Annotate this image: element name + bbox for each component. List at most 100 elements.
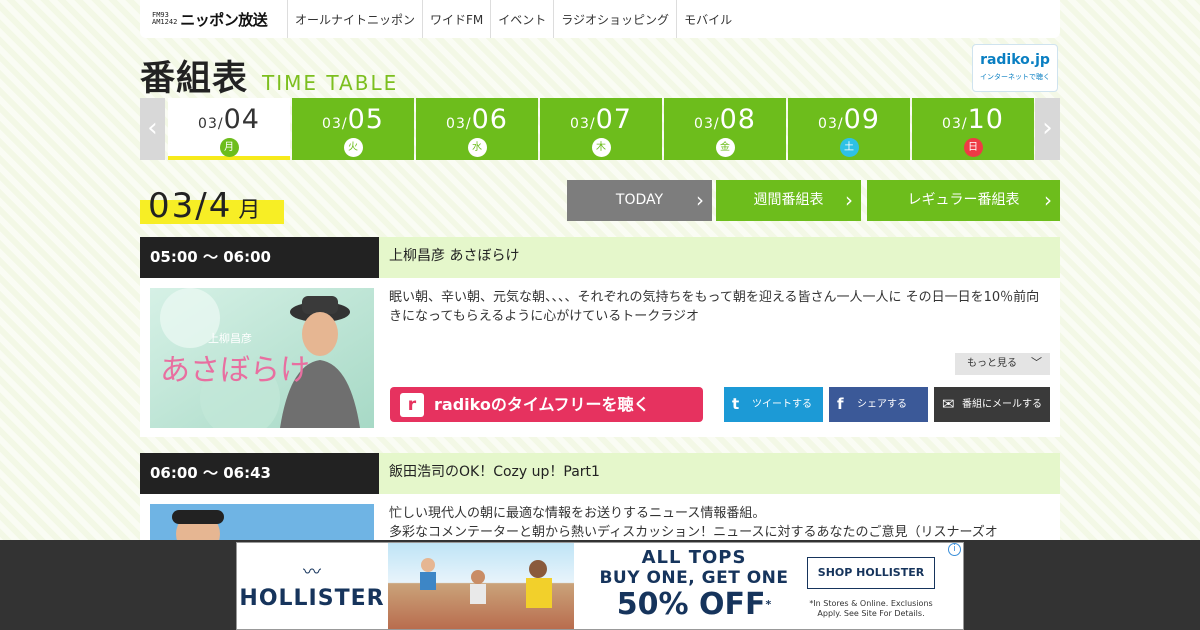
date-tab-weekday: 木 (591, 138, 611, 157)
date-tab-month: 03/ (570, 116, 596, 132)
date-tab-month: 03/ (198, 116, 224, 132)
date-tab-09[interactable]: 03/09 土 (788, 98, 910, 160)
ad-shop-button[interactable]: SHOP HOLLISTER (807, 557, 935, 589)
radiko-icon: r (400, 393, 424, 417)
date-tab-month: 03/ (694, 116, 720, 132)
date-tab-date: 03/06 (416, 104, 538, 135)
current-date-value: 03/4 (148, 186, 233, 226)
today-label: TODAY (615, 192, 664, 208)
date-tab-day: 10 (967, 104, 1004, 135)
date-tab-day: 09 (843, 104, 880, 135)
mail-program-button[interactable]: ✉ 番組にメールする (934, 387, 1050, 422)
date-tab-07[interactable]: 03/07 木 (540, 98, 662, 160)
mail-icon: ✉ (942, 395, 955, 413)
program-item: 05:00 ～ 06:00 上柳昌彦 あさぼらけ あさぼらけ 上柳昌彦 眠い朝、… (140, 237, 1060, 437)
date-tab-month: 03/ (446, 116, 472, 132)
nav-item-allnightnippon[interactable]: オールナイトニッポン (288, 0, 424, 38)
nav-item-events[interactable]: イベント (491, 0, 555, 38)
chevron-right-icon[interactable]: › (1035, 98, 1060, 160)
program-thumbnail-art: あさぼらけ 上柳昌彦 (150, 288, 374, 428)
weekly-label: 週間番組表 (753, 192, 824, 208)
thumbnail-caption: あさぼらけ (160, 353, 310, 388)
ad-bar: 〰 HOLLISTER ALL TOPS BUY ONE, GET ONE 50… (0, 540, 1200, 630)
program-header: 06:00 ～ 06:43 飯田浩司のOK！Cozy up！Part1 (140, 453, 1060, 494)
radiko-timefree-label: radikoのタイムフリーを聴く (434, 395, 650, 414)
station-logo[interactable]: FM93 AM1242 ニッポン放送 (140, 0, 288, 38)
station-name: ニッポン放送 (180, 10, 268, 29)
program-title[interactable]: 上柳昌彦 あさぼらけ (379, 237, 1060, 278)
nav-item-widefm[interactable]: ワイドFM (423, 0, 492, 38)
date-tab-date: 03/07 (540, 104, 662, 135)
date-tab-weekday: 火 (343, 138, 363, 157)
program-description: 眠い朝、辛い朝、元気な朝、、、、それぞれの気持ちをもって朝を迎える皆さん一人一人… (389, 290, 1040, 324)
page-subtitle: TIME TABLE (262, 71, 399, 95)
date-tab-date: 03/05 (292, 104, 414, 135)
date-tab-06[interactable]: 03/06 水 (416, 98, 538, 160)
program-item: 06:00 ～ 06:43 飯田浩司のOK！Cozy up！Part1 忙しい現… (140, 453, 1060, 554)
chevron-right-icon: › (845, 188, 853, 212)
chevron-right-icon: › (696, 188, 704, 212)
current-date-weekday: 月 (238, 198, 263, 223)
radiko-caption: インターネットで聴く (980, 73, 1050, 81)
date-tab-date: 03/04 (168, 104, 290, 135)
program-header: 05:00 ～ 06:00 上柳昌彦 あさぼらけ (140, 237, 1060, 278)
top-navigation: FM93 AM1242 ニッポン放送 オールナイトニッポン ワイドFM イベント… (140, 0, 1060, 38)
regular-label: レギュラー番組表 (907, 192, 1020, 208)
date-tab-date: 03/09 (788, 104, 910, 135)
radiko-badge[interactable]: radiko.jp インターネットで聴く (972, 44, 1058, 92)
advertisement-banner[interactable]: 〰 HOLLISTER ALL TOPS BUY ONE, GET ONE 50… (236, 542, 964, 630)
weekly-schedule-button[interactable]: 週間番組表 › (716, 180, 861, 221)
facebook-share-label: シェアする (857, 399, 907, 410)
nav-item-mobile[interactable]: モバイル (677, 0, 739, 38)
regular-schedule-button[interactable]: レギュラー番組表 › (867, 180, 1060, 221)
ad-asterisk: * (765, 598, 772, 611)
frequency-am: AM1242 (152, 18, 178, 26)
date-tab-date: 03/10 (912, 104, 1034, 135)
chevron-down-icon: ﹀ (1031, 356, 1042, 369)
mail-program-label: 番組にメールする (962, 399, 1042, 410)
program-time: 05:00 ～ 06:00 (140, 237, 379, 278)
tweet-label: ツイートする (752, 399, 812, 410)
ad-line-2: BUY ONE, GET ONE (599, 568, 789, 588)
date-tab-day: 08 (719, 104, 756, 135)
frequency-mark: FM93 AM1242 (152, 12, 177, 26)
ad-info-icon[interactable]: i (948, 543, 961, 556)
date-tab-day: 05 (347, 104, 384, 135)
nav-item-radio-shopping[interactable]: ラジオショッピング (554, 0, 678, 38)
ad-copy: ALL TOPS BUY ONE, GET ONE 50% OFF* (589, 547, 799, 622)
radiko-timefree-button[interactable]: r radikoのタイムフリーを聴く (390, 387, 703, 422)
thumbnail-subcaption: 上柳昌彦 (208, 331, 252, 345)
show-more-button[interactable]: もっと見る ﹀ (955, 353, 1050, 375)
page-title-row: 番組表 TIME TABLE (140, 50, 399, 99)
ad-brand-name: HOLLISTER (239, 585, 385, 611)
chevron-left-icon[interactable]: ‹ (140, 98, 165, 160)
ad-discount: 50% OFF (616, 587, 766, 622)
ad-line-1: ALL TOPS (641, 547, 747, 568)
date-tab-weekday: 金 (715, 138, 735, 157)
date-tab-weekday: 月 (219, 138, 239, 157)
date-tab-05[interactable]: 03/05 火 (292, 98, 414, 160)
ad-photo (388, 543, 574, 629)
date-tab-10[interactable]: 03/10 日 (912, 98, 1034, 160)
date-tab-day: 04 (223, 104, 260, 135)
current-date: 03/4 月 (148, 186, 262, 226)
facebook-icon: f (837, 395, 844, 413)
date-tab-weekday: 日 (963, 138, 983, 157)
ad-brand: 〰 HOLLISTER (237, 543, 387, 629)
date-tab-month: 03/ (322, 116, 348, 132)
date-tab-weekday: 水 (467, 138, 487, 157)
date-tab-month: 03/ (942, 116, 968, 132)
date-tab-04[interactable]: 03/04 月 (168, 98, 290, 160)
program-title[interactable]: 飯田浩司のOK！Cozy up！Part1 (379, 453, 1060, 494)
ad-photo-art (420, 558, 552, 608)
program-time: 06:00 ～ 06:43 (140, 453, 379, 494)
date-tab-08[interactable]: 03/08 金 (664, 98, 786, 160)
chevron-right-icon: › (1044, 188, 1052, 212)
ad-fine-print: *In Stores & Online. Exclusions Apply. S… (809, 599, 933, 618)
program-thumbnail[interactable]: あさぼらけ 上柳昌彦 (150, 288, 374, 428)
today-button[interactable]: TODAY › (567, 180, 712, 221)
tweet-button[interactable]: t ツイートする (724, 387, 823, 422)
facebook-share-button[interactable]: f シェアする (829, 387, 928, 422)
current-date-heading: 03/4 月 (140, 180, 284, 226)
date-tab-weekday: 土 (839, 138, 859, 157)
